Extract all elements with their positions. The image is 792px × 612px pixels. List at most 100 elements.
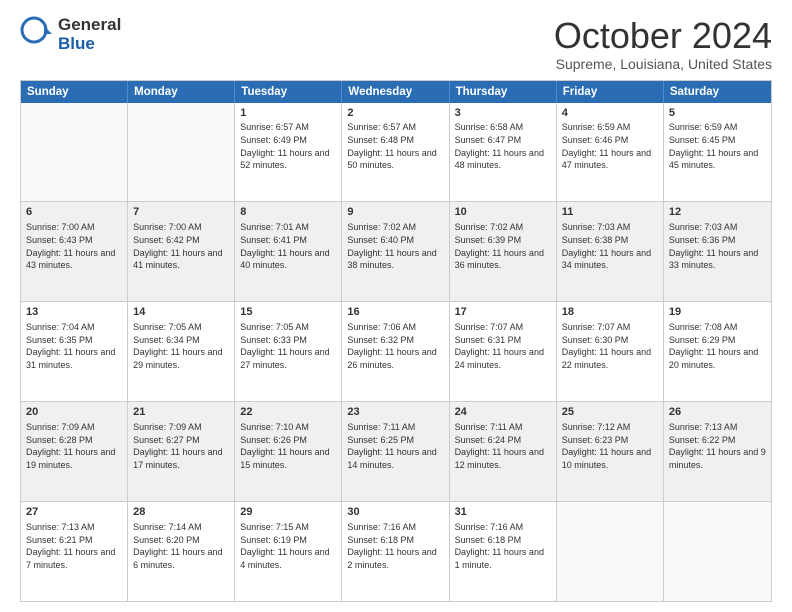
day-number: 18 xyxy=(562,305,658,320)
day-number: 3 xyxy=(455,106,551,121)
day-number: 25 xyxy=(562,405,658,420)
cell-info: Sunrise: 7:08 AM Sunset: 6:29 PM Dayligh… xyxy=(669,321,766,371)
table-row: 25Sunrise: 7:12 AM Sunset: 6:23 PM Dayli… xyxy=(557,402,664,501)
table-row xyxy=(664,502,771,601)
title-block: October 2024 Supreme, Louisiana, United … xyxy=(554,16,772,72)
table-row: 18Sunrise: 7:07 AM Sunset: 6:30 PM Dayli… xyxy=(557,302,664,401)
week-row-5: 27Sunrise: 7:13 AM Sunset: 6:21 PM Dayli… xyxy=(21,502,771,601)
day-number: 17 xyxy=(455,305,551,320)
cell-info: Sunrise: 7:07 AM Sunset: 6:30 PM Dayligh… xyxy=(562,321,658,371)
cell-info: Sunrise: 7:00 AM Sunset: 6:43 PM Dayligh… xyxy=(26,221,122,271)
week-row-1: 1Sunrise: 6:57 AM Sunset: 6:49 PM Daylig… xyxy=(21,103,771,203)
table-row: 14Sunrise: 7:05 AM Sunset: 6:34 PM Dayli… xyxy=(128,302,235,401)
col-thursday: Thursday xyxy=(450,81,557,103)
calendar-body: 1Sunrise: 6:57 AM Sunset: 6:49 PM Daylig… xyxy=(21,103,771,601)
table-row: 15Sunrise: 7:05 AM Sunset: 6:33 PM Dayli… xyxy=(235,302,342,401)
week-row-2: 6Sunrise: 7:00 AM Sunset: 6:43 PM Daylig… xyxy=(21,202,771,302)
table-row: 17Sunrise: 7:07 AM Sunset: 6:31 PM Dayli… xyxy=(450,302,557,401)
table-row: 6Sunrise: 7:00 AM Sunset: 6:43 PM Daylig… xyxy=(21,202,128,301)
table-row: 9Sunrise: 7:02 AM Sunset: 6:40 PM Daylig… xyxy=(342,202,449,301)
cell-info: Sunrise: 7:05 AM Sunset: 6:34 PM Dayligh… xyxy=(133,321,229,371)
table-row: 13Sunrise: 7:04 AM Sunset: 6:35 PM Dayli… xyxy=(21,302,128,401)
table-row: 8Sunrise: 7:01 AM Sunset: 6:41 PM Daylig… xyxy=(235,202,342,301)
table-row: 7Sunrise: 7:00 AM Sunset: 6:42 PM Daylig… xyxy=(128,202,235,301)
day-number: 29 xyxy=(240,505,336,520)
day-number: 2 xyxy=(347,106,443,121)
table-row: 1Sunrise: 6:57 AM Sunset: 6:49 PM Daylig… xyxy=(235,103,342,202)
subtitle: Supreme, Louisiana, United States xyxy=(554,56,772,72)
cell-info: Sunrise: 7:02 AM Sunset: 6:40 PM Dayligh… xyxy=(347,221,443,271)
col-saturday: Saturday xyxy=(664,81,771,103)
month-title: October 2024 xyxy=(554,16,772,56)
col-wednesday: Wednesday xyxy=(342,81,449,103)
table-row: 28Sunrise: 7:14 AM Sunset: 6:20 PM Dayli… xyxy=(128,502,235,601)
table-row: 31Sunrise: 7:16 AM Sunset: 6:18 PM Dayli… xyxy=(450,502,557,601)
cell-info: Sunrise: 7:13 AM Sunset: 6:22 PM Dayligh… xyxy=(669,421,766,471)
table-row: 20Sunrise: 7:09 AM Sunset: 6:28 PM Dayli… xyxy=(21,402,128,501)
day-number: 27 xyxy=(26,505,122,520)
week-row-4: 20Sunrise: 7:09 AM Sunset: 6:28 PM Dayli… xyxy=(21,402,771,502)
logo-general: General xyxy=(58,16,121,35)
table-row: 29Sunrise: 7:15 AM Sunset: 6:19 PM Dayli… xyxy=(235,502,342,601)
table-row: 10Sunrise: 7:02 AM Sunset: 6:39 PM Dayli… xyxy=(450,202,557,301)
table-row: 4Sunrise: 6:59 AM Sunset: 6:46 PM Daylig… xyxy=(557,103,664,202)
cell-info: Sunrise: 7:07 AM Sunset: 6:31 PM Dayligh… xyxy=(455,321,551,371)
day-number: 21 xyxy=(133,405,229,420)
day-number: 6 xyxy=(26,205,122,220)
cell-info: Sunrise: 7:12 AM Sunset: 6:23 PM Dayligh… xyxy=(562,421,658,471)
col-sunday: Sunday xyxy=(21,81,128,103)
logo-blue: Blue xyxy=(58,35,121,54)
day-number: 14 xyxy=(133,305,229,320)
table-row: 5Sunrise: 6:59 AM Sunset: 6:45 PM Daylig… xyxy=(664,103,771,202)
cell-info: Sunrise: 6:57 AM Sunset: 6:49 PM Dayligh… xyxy=(240,121,336,171)
col-tuesday: Tuesday xyxy=(235,81,342,103)
table-row: 24Sunrise: 7:11 AM Sunset: 6:24 PM Dayli… xyxy=(450,402,557,501)
cell-info: Sunrise: 7:16 AM Sunset: 6:18 PM Dayligh… xyxy=(455,521,551,571)
day-number: 26 xyxy=(669,405,766,420)
cell-info: Sunrise: 7:15 AM Sunset: 6:19 PM Dayligh… xyxy=(240,521,336,571)
day-number: 30 xyxy=(347,505,443,520)
day-number: 12 xyxy=(669,205,766,220)
cell-info: Sunrise: 7:03 AM Sunset: 6:36 PM Dayligh… xyxy=(669,221,766,271)
cell-info: Sunrise: 7:11 AM Sunset: 6:24 PM Dayligh… xyxy=(455,421,551,471)
header: General Blue October 2024 Supreme, Louis… xyxy=(20,16,772,72)
day-number: 8 xyxy=(240,205,336,220)
table-row: 19Sunrise: 7:08 AM Sunset: 6:29 PM Dayli… xyxy=(664,302,771,401)
table-row: 16Sunrise: 7:06 AM Sunset: 6:32 PM Dayli… xyxy=(342,302,449,401)
day-number: 19 xyxy=(669,305,766,320)
cell-info: Sunrise: 6:59 AM Sunset: 6:45 PM Dayligh… xyxy=(669,121,766,171)
table-row: 27Sunrise: 7:13 AM Sunset: 6:21 PM Dayli… xyxy=(21,502,128,601)
table-row: 12Sunrise: 7:03 AM Sunset: 6:36 PM Dayli… xyxy=(664,202,771,301)
day-number: 16 xyxy=(347,305,443,320)
cell-info: Sunrise: 7:16 AM Sunset: 6:18 PM Dayligh… xyxy=(347,521,443,571)
day-number: 4 xyxy=(562,106,658,121)
cell-info: Sunrise: 7:06 AM Sunset: 6:32 PM Dayligh… xyxy=(347,321,443,371)
table-row xyxy=(557,502,664,601)
cell-info: Sunrise: 7:05 AM Sunset: 6:33 PM Dayligh… xyxy=(240,321,336,371)
cell-info: Sunrise: 7:13 AM Sunset: 6:21 PM Dayligh… xyxy=(26,521,122,571)
day-number: 31 xyxy=(455,505,551,520)
table-row: 3Sunrise: 6:58 AM Sunset: 6:47 PM Daylig… xyxy=(450,103,557,202)
day-number: 9 xyxy=(347,205,443,220)
cell-info: Sunrise: 7:09 AM Sunset: 6:28 PM Dayligh… xyxy=(26,421,122,471)
day-number: 7 xyxy=(133,205,229,220)
table-row: 30Sunrise: 7:16 AM Sunset: 6:18 PM Dayli… xyxy=(342,502,449,601)
day-number: 5 xyxy=(669,106,766,121)
calendar-header: Sunday Monday Tuesday Wednesday Thursday… xyxy=(21,81,771,103)
table-row: 26Sunrise: 7:13 AM Sunset: 6:22 PM Dayli… xyxy=(664,402,771,501)
cell-info: Sunrise: 7:03 AM Sunset: 6:38 PM Dayligh… xyxy=(562,221,658,271)
col-friday: Friday xyxy=(557,81,664,103)
day-number: 23 xyxy=(347,405,443,420)
table-row: 22Sunrise: 7:10 AM Sunset: 6:26 PM Dayli… xyxy=(235,402,342,501)
day-number: 10 xyxy=(455,205,551,220)
week-row-3: 13Sunrise: 7:04 AM Sunset: 6:35 PM Dayli… xyxy=(21,302,771,402)
cell-info: Sunrise: 7:14 AM Sunset: 6:20 PM Dayligh… xyxy=(133,521,229,571)
day-number: 24 xyxy=(455,405,551,420)
day-number: 22 xyxy=(240,405,336,420)
day-number: 20 xyxy=(26,405,122,420)
day-number: 13 xyxy=(26,305,122,320)
logo-icon xyxy=(20,16,52,48)
day-number: 15 xyxy=(240,305,336,320)
col-monday: Monday xyxy=(128,81,235,103)
day-number: 28 xyxy=(133,505,229,520)
